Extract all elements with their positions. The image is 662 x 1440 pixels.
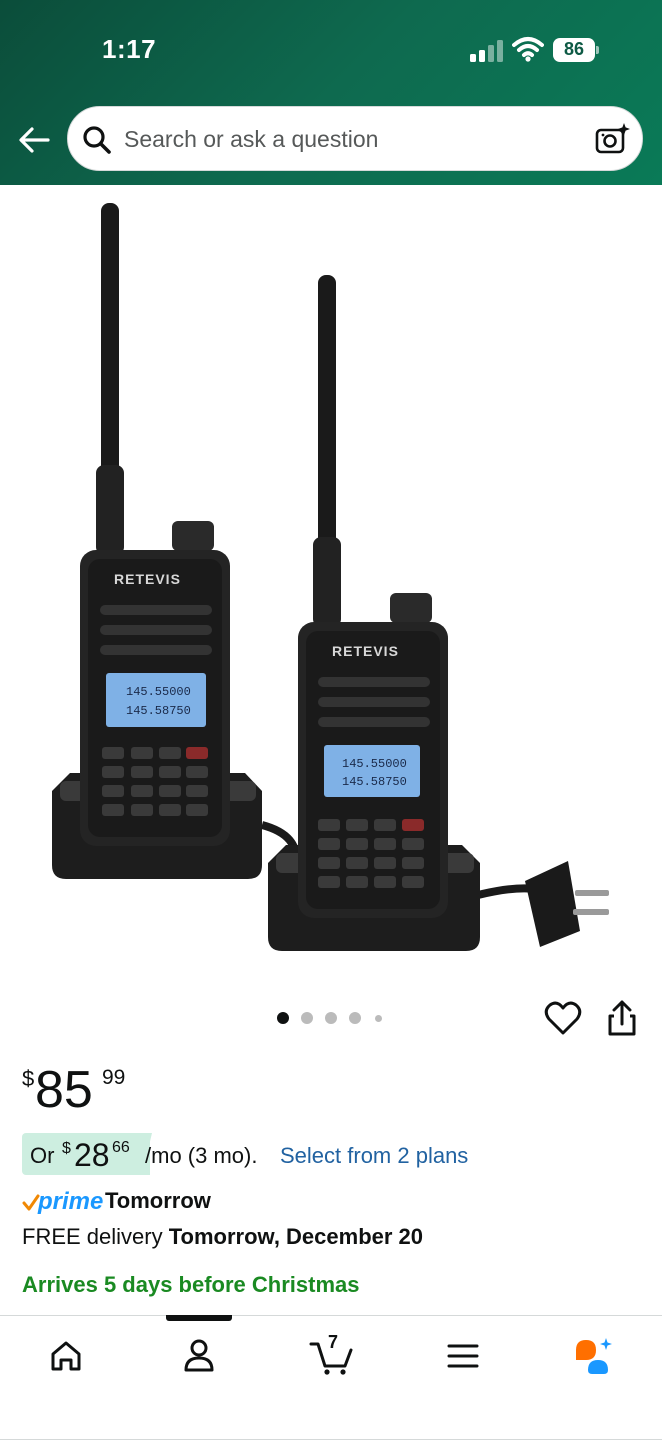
select-plans-link[interactable]: Select from 2 plans	[280, 1143, 468, 1169]
walkie-talkie-illustration: RETEVIS 145.55000 145.58750 RETEVIS 145.…	[52, 203, 609, 951]
carousel-dot[interactable]	[301, 1012, 313, 1024]
back-arrow-icon[interactable]	[16, 120, 52, 160]
battery-percent: 86	[563, 39, 585, 59]
free-delivery-label: FREE delivery	[22, 1224, 163, 1249]
heart-icon[interactable]	[544, 1000, 582, 1038]
installment-fraction: 66	[112, 1139, 130, 1156]
installment-terms: /mo (3 mo).	[145, 1143, 258, 1168]
search-input[interactable]	[124, 117, 584, 161]
account-icon[interactable]	[177, 1336, 221, 1376]
radio-right: RETEVIS 145.55000 145.58750	[268, 275, 480, 951]
price-whole: 85	[35, 1061, 93, 1119]
share-icon[interactable]	[604, 998, 640, 1038]
search-icon	[83, 126, 111, 154]
carousel-dot[interactable]	[375, 1015, 382, 1022]
status-time: 1:17	[102, 34, 157, 64]
status-bar: 1:17 86	[0, 0, 662, 100]
radio-display-line2: 145.58750	[126, 704, 191, 718]
search-bar[interactable]	[67, 106, 643, 171]
camera-search-icon[interactable]	[594, 121, 630, 157]
radio-left: RETEVIS 145.55000 145.58750	[52, 203, 262, 879]
delivery-date: Tomorrow, December 20	[168, 1224, 424, 1249]
menu-icon[interactable]	[441, 1336, 485, 1376]
cart-button[interactable]: 7	[309, 1332, 357, 1376]
installment-whole: 28	[74, 1137, 110, 1173]
rufus-assistant-icon[interactable]	[572, 1336, 616, 1376]
cellular-signal-icon	[470, 40, 503, 62]
product-image[interactable]: RETEVIS 145.55000 145.58750 RETEVIS 145.…	[0, 185, 662, 985]
bottom-navigation: 7	[0, 1315, 662, 1440]
prime-logo-text: prime	[38, 1188, 104, 1215]
price-fraction: 99	[102, 1066, 126, 1089]
radio-display-line1: 145.55000	[126, 685, 191, 699]
installment-badge: Or $ 28 66	[22, 1133, 150, 1175]
prime-delivery-row: prime Tomorrow	[22, 1186, 422, 1218]
radio-display-line2: 145.58750	[342, 775, 407, 789]
battery-indicator: 86	[553, 38, 599, 62]
active-tab-indicator	[166, 1315, 232, 1321]
cart-count: 7	[328, 1332, 339, 1352]
wifi-icon	[512, 37, 544, 62]
carousel-dot[interactable]	[349, 1012, 361, 1024]
radio-brand-text: RETEVIS	[332, 643, 399, 659]
arrives-before-christmas: Arrives 5 days before Christmas	[22, 1272, 360, 1297]
app-header: 1:17 86	[0, 0, 662, 185]
radio-brand-text: RETEVIS	[114, 571, 181, 587]
price-currency: $	[22, 1066, 35, 1091]
prime-delivery-day: Tomorrow	[105, 1188, 211, 1213]
home-icon[interactable]	[44, 1336, 88, 1376]
installment-offer: Or $ 28 66 /mo (3 mo). Select from 2 pla…	[22, 1133, 642, 1177]
image-carousel-dots[interactable]	[272, 1012, 392, 1026]
installment-currency: $	[62, 1140, 71, 1157]
radio-display-line1: 145.55000	[342, 757, 407, 771]
carousel-dot[interactable]	[325, 1012, 337, 1024]
carousel-dot-active[interactable]	[277, 1012, 289, 1024]
installment-prefix: Or	[30, 1143, 55, 1168]
power-plug	[525, 861, 609, 947]
delivery-info: FREE delivery Tomorrow, December 20	[22, 1224, 423, 1250]
